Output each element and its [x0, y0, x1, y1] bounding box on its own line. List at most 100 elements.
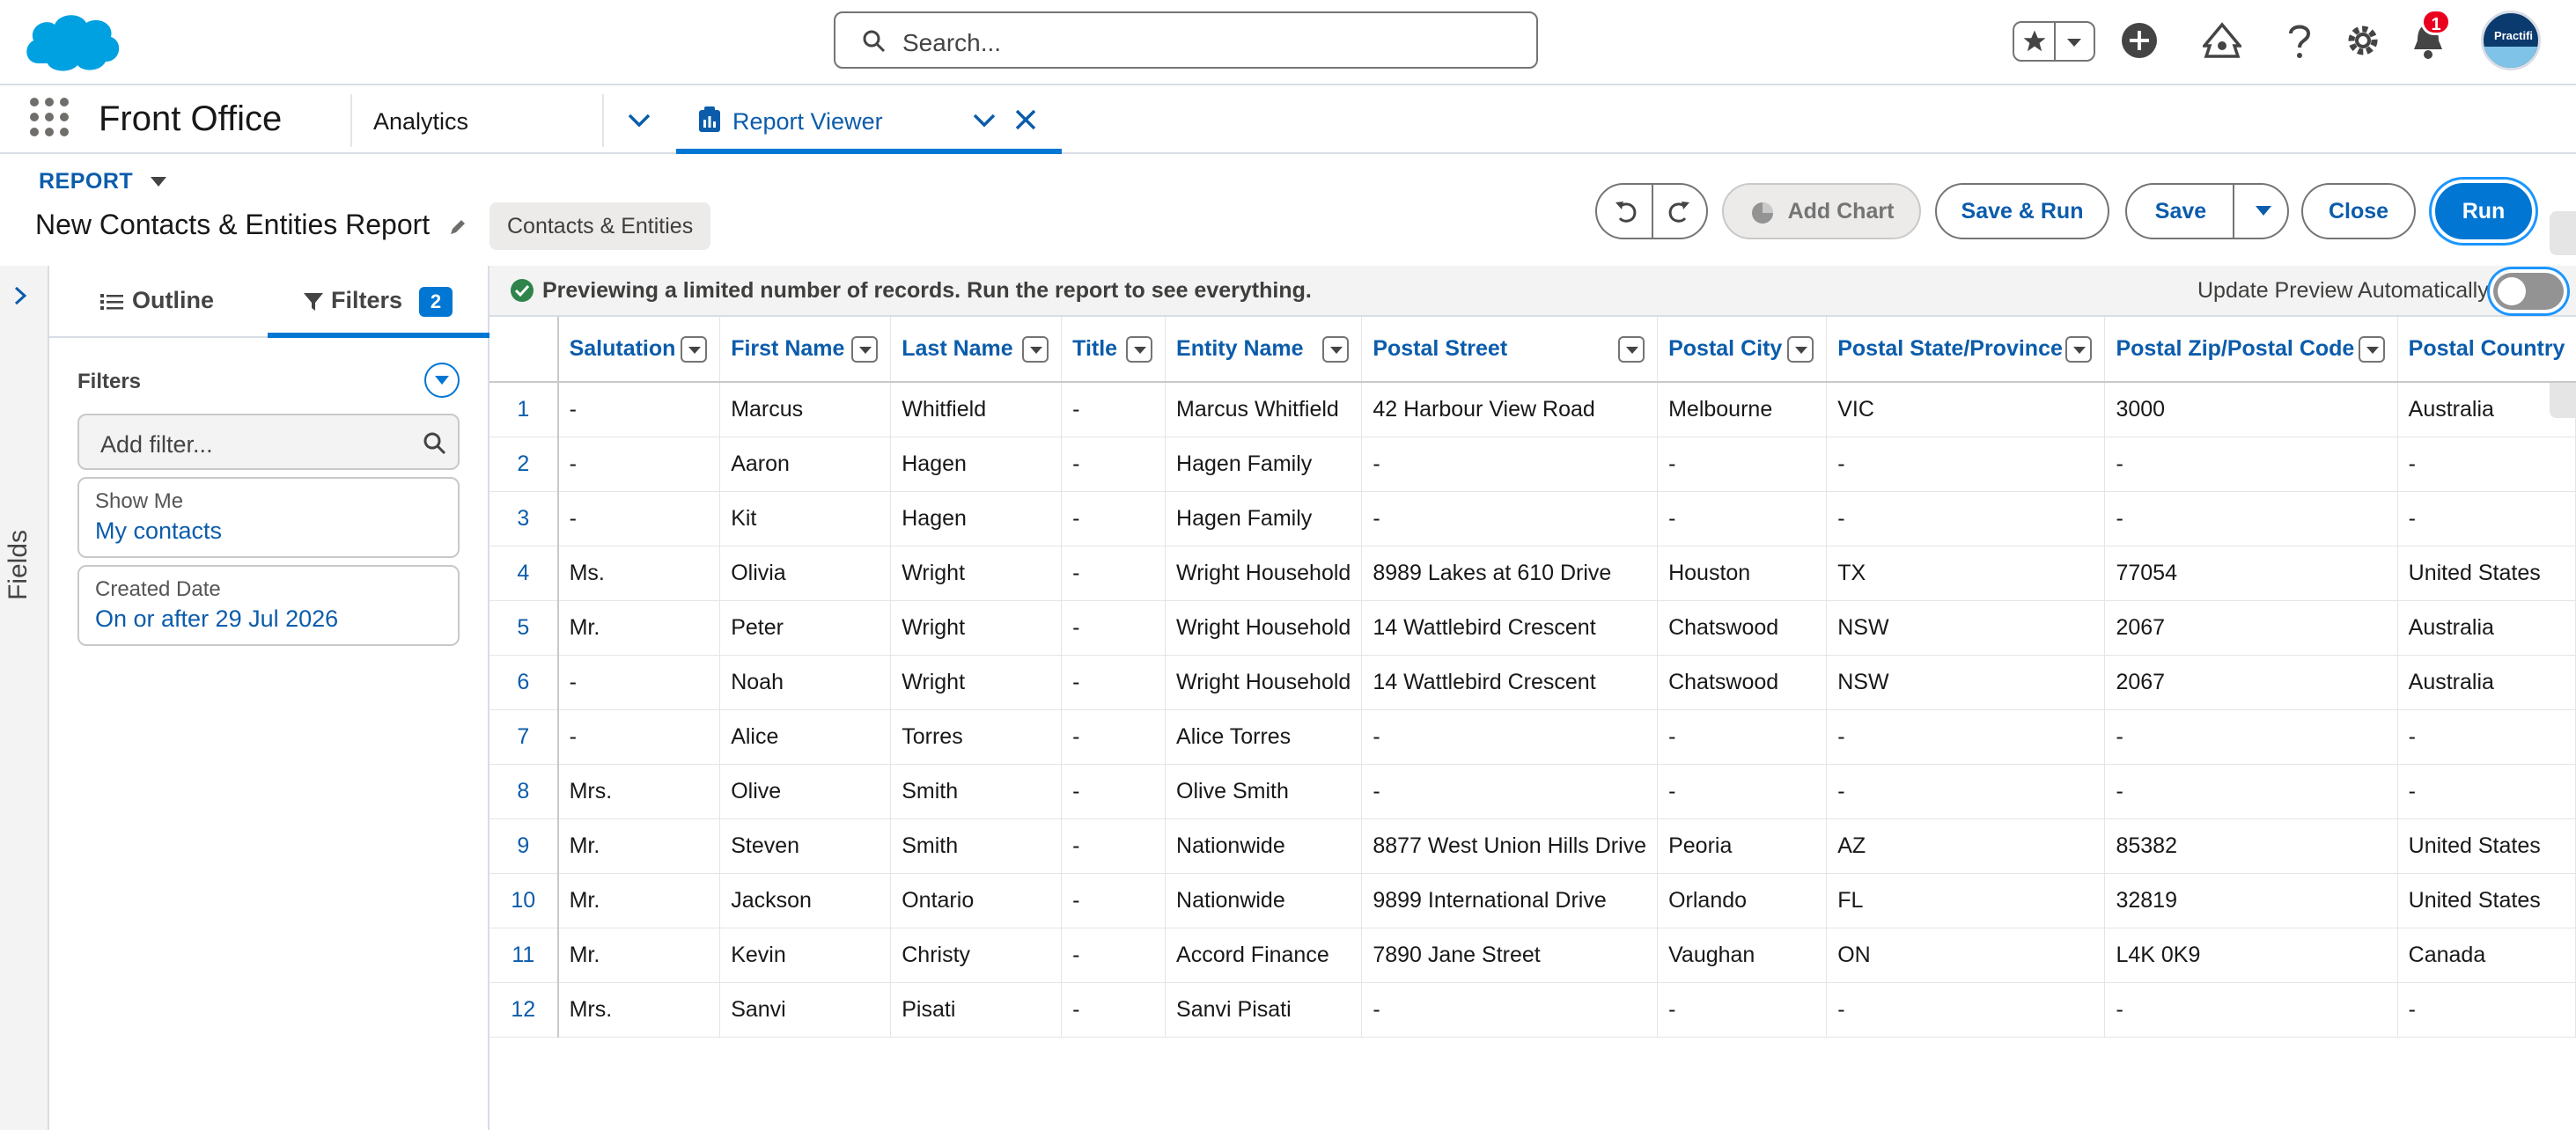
row-number: 6	[489, 655, 559, 710]
table-cell: Wright Household	[1165, 655, 1363, 710]
table-cell: -	[1061, 982, 1167, 1038]
table-cell: Mr.	[557, 818, 721, 874]
filter-created-date[interactable]: Created Date On or after 29 Jul 2026	[77, 565, 460, 646]
save-button[interactable]: Save	[2127, 185, 2234, 238]
filter-funnel-icon	[304, 292, 323, 311]
column-menu-icon[interactable]	[1787, 336, 1814, 363]
global-add-icon[interactable]	[2120, 21, 2159, 60]
tab-filters[interactable]: Filters	[303, 287, 402, 314]
salesforce-cloud-logo[interactable]	[19, 7, 125, 77]
update-preview-toggle[interactable]	[2493, 273, 2564, 310]
redo-icon[interactable]	[1666, 199, 1692, 225]
column-menu-icon[interactable]	[681, 336, 708, 363]
run-button[interactable]: Run	[2435, 183, 2532, 239]
global-search-input[interactable]: Search...	[834, 11, 1538, 69]
side-panel-handle[interactable]	[2550, 211, 2576, 255]
column-header[interactable]: Title	[1061, 317, 1167, 383]
column-menu-icon[interactable]	[1126, 336, 1153, 363]
setup-gear-icon[interactable]	[2344, 21, 2382, 60]
table-cell: 14 Wattlebird Crescent	[1361, 600, 1659, 656]
table-header-row: Salutation First Name Last Name Title En…	[489, 317, 2576, 383]
favorites-button[interactable]	[2013, 21, 2095, 62]
table-cell: -	[1826, 709, 2106, 765]
table-cell: United States	[2397, 546, 2576, 601]
table-row[interactable]: 7- Alice Torres - Alice Torres - - - - -	[489, 709, 2576, 765]
column-header[interactable]: Salutation	[557, 317, 721, 383]
table-row[interactable]: 5 Mr. Peter Wright - Wright Household 14 Wattl…	[489, 600, 2576, 656]
column-menu-icon[interactable]	[1022, 336, 1049, 363]
table-cell: Wright	[890, 546, 1063, 601]
tab-close-icon[interactable]	[1014, 108, 1037, 131]
column-header[interactable]: Postal State/Province	[1826, 317, 2106, 383]
column-header[interactable]: Postal Country	[2397, 317, 2576, 383]
filters-menu-dropdown[interactable]	[424, 363, 460, 398]
undo-redo-group	[1595, 183, 1708, 239]
column-header[interactable]: Entity Name	[1165, 317, 1363, 383]
add-chart-button[interactable]: Add Chart	[1722, 183, 1921, 239]
table-cell: -	[557, 382, 721, 437]
table-row[interactable]: 11 Mr. Kevin Christy - Accord Finance 7890 Jan…	[489, 928, 2576, 983]
row-number: 1	[489, 382, 559, 437]
tab-report-viewer[interactable]: Report Viewer	[676, 87, 1062, 154]
table-row[interactable]: 3- Kit Hagen - Hagen Family - - - - -	[489, 491, 2576, 547]
add-filter-input[interactable]: Add filter...	[77, 414, 460, 470]
app-launcher-icon[interactable]	[30, 98, 69, 136]
table-cell: Australia	[2397, 600, 2576, 656]
expand-chevron-right-icon[interactable]	[12, 285, 28, 306]
save-options-chevron-icon[interactable]	[2254, 204, 2273, 218]
trailhead-icon[interactable]	[2203, 21, 2241, 60]
tab-chevron-down-icon[interactable]	[972, 112, 997, 129]
table-row[interactable]: 10 Mr. Jackson Ontario - Nationwide 9899 Inter…	[489, 873, 2576, 928]
table-cell: Mrs.	[557, 982, 721, 1038]
table-cell: Alice Torres	[1165, 709, 1363, 765]
nav-item-analytics[interactable]: Analytics	[373, 108, 468, 136]
fields-rail[interactable]: Fields	[0, 266, 49, 1130]
row-number: 2	[489, 437, 559, 492]
table-cell: Chatswood	[1657, 655, 1828, 710]
column-header[interactable]: First Name	[719, 317, 892, 383]
table-cell: Smith	[890, 818, 1063, 874]
table-cell: Ontario	[890, 873, 1063, 928]
table-row[interactable]: 9 Mr. Steven Smith - Nationwide 8877 West Unio…	[489, 818, 2576, 874]
table-cell: Hagen	[890, 491, 1063, 547]
edit-pencil-icon[interactable]	[448, 217, 467, 237]
column-header[interactable]: Postal Street	[1361, 317, 1659, 383]
row-number: 12	[489, 982, 559, 1038]
table-cell: -	[2397, 709, 2576, 765]
search-placeholder: Search...	[902, 29, 1002, 56]
table-cell: Nationwide	[1165, 873, 1363, 928]
column-menu-icon[interactable]	[1322, 336, 1350, 363]
column-menu-icon[interactable]	[2065, 336, 2093, 363]
table-cell: L4K 0K9	[2104, 928, 2398, 983]
tab-outline[interactable]: Outline	[100, 287, 214, 314]
column-menu-icon[interactable]	[2358, 336, 2385, 363]
avatar-wave	[2484, 47, 2538, 68]
table-row[interactable]: 12 Mrs. Sanvi Pisati - Sanvi Pisati - - - - -	[489, 982, 2576, 1038]
column-menu-icon[interactable]	[851, 336, 879, 363]
help-icon[interactable]	[2282, 21, 2317, 60]
undo-icon[interactable]	[1613, 199, 1639, 225]
table-row[interactable]: 6- Noah Wright - Wright Household 14 Wattlebi…	[489, 655, 2576, 710]
report-table: Salutation First Name Last Name Title En…	[489, 317, 2576, 1038]
column-header[interactable]: Last Name	[890, 317, 1063, 383]
chevron-down-icon[interactable]	[2065, 37, 2083, 49]
table-row[interactable]: 8 Mrs. Olive Smith - Olive Smith - - - - -	[489, 764, 2576, 819]
column-menu-icon[interactable]	[1618, 336, 1645, 363]
close-button[interactable]: Close	[2301, 183, 2416, 239]
table-cell: Chatswood	[1657, 600, 1828, 656]
filter-show-me[interactable]: Show Me My contacts	[77, 477, 460, 558]
column-header[interactable]: Postal Zip/Postal Code	[2104, 317, 2398, 383]
table-row[interactable]: 4 Ms. Olivia Wright - Wright Household 8989 La…	[489, 546, 2576, 601]
user-avatar[interactable]: Practifi	[2481, 11, 2541, 70]
table-cell: -	[1361, 764, 1659, 819]
table-cell: -	[557, 655, 721, 710]
report-type-menu[interactable]: REPORT	[39, 169, 168, 194]
table-row[interactable]: 1- Marcus Whitfield - Marcus Whitfield 42 Har…	[489, 382, 2576, 437]
table-cell: FL	[1826, 873, 2106, 928]
column-header[interactable]: Postal City	[1657, 317, 1828, 383]
table-row[interactable]: 2- Aaron Hagen - Hagen Family - - - - -	[489, 437, 2576, 492]
save-and-run-button[interactable]: Save & Run	[1935, 183, 2109, 239]
nav-more-chevron-icon[interactable]	[627, 112, 651, 129]
table-cell: -	[1061, 928, 1167, 983]
column-header-label: Salutation	[569, 336, 676, 361]
